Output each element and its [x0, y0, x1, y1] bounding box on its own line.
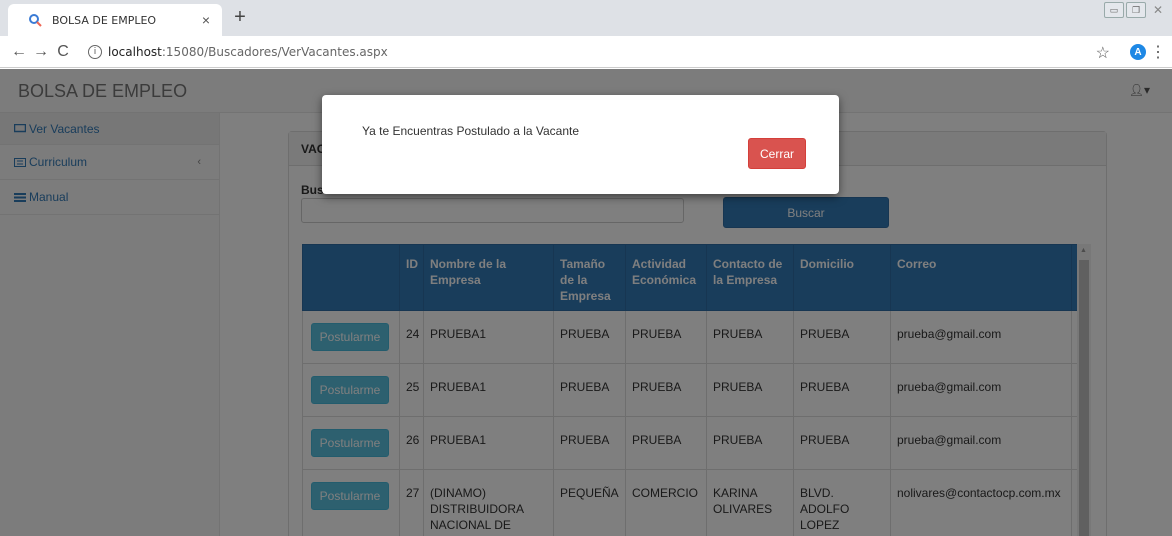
favicon-icon	[29, 14, 42, 27]
modal-message: Ya te Encuentras Postulado a la Vacante	[362, 124, 580, 138]
info-icon[interactable]: i	[88, 45, 102, 59]
address-bar: ← → C i localhost:15080/Buscadores/VerVa…	[0, 36, 1172, 68]
minimize-icon[interactable]: ▭	[1104, 2, 1124, 18]
url-path: :15080/Buscadores/VerVacantes.aspx	[161, 45, 388, 59]
tab-close-icon[interactable]: ×	[202, 12, 210, 28]
reload-icon[interactable]: C	[52, 43, 74, 61]
cerrar-button[interactable]: Cerrar	[748, 138, 806, 169]
alert-modal: Ya te Encuentras Postulado a la Vacante …	[322, 95, 839, 194]
browser-tabbar: BOLSA DE EMPLEO × + ▭ ❐ ✕	[0, 0, 1172, 36]
back-arrow-icon[interactable]: ←	[8, 43, 30, 61]
window-close-icon[interactable]: ✕	[1148, 2, 1168, 18]
profile-avatar[interactable]: A	[1130, 44, 1146, 60]
tab-title: BOLSA DE EMPLEO	[52, 13, 157, 27]
browser-tab[interactable]: BOLSA DE EMPLEO ×	[8, 4, 222, 36]
url-host: localhost	[108, 45, 162, 59]
bookmark-star-icon[interactable]: ☆	[1096, 43, 1110, 63]
browser-menu-icon[interactable]: ⋮	[1150, 42, 1166, 62]
url-field[interactable]: i localhost:15080/Buscadores/VerVacantes…	[88, 40, 388, 64]
restore-icon[interactable]: ❐	[1126, 2, 1146, 18]
window-controls: ▭ ❐ ✕	[1104, 2, 1168, 18]
new-tab-button[interactable]: +	[228, 6, 252, 29]
forward-arrow-icon[interactable]: →	[30, 43, 52, 61]
